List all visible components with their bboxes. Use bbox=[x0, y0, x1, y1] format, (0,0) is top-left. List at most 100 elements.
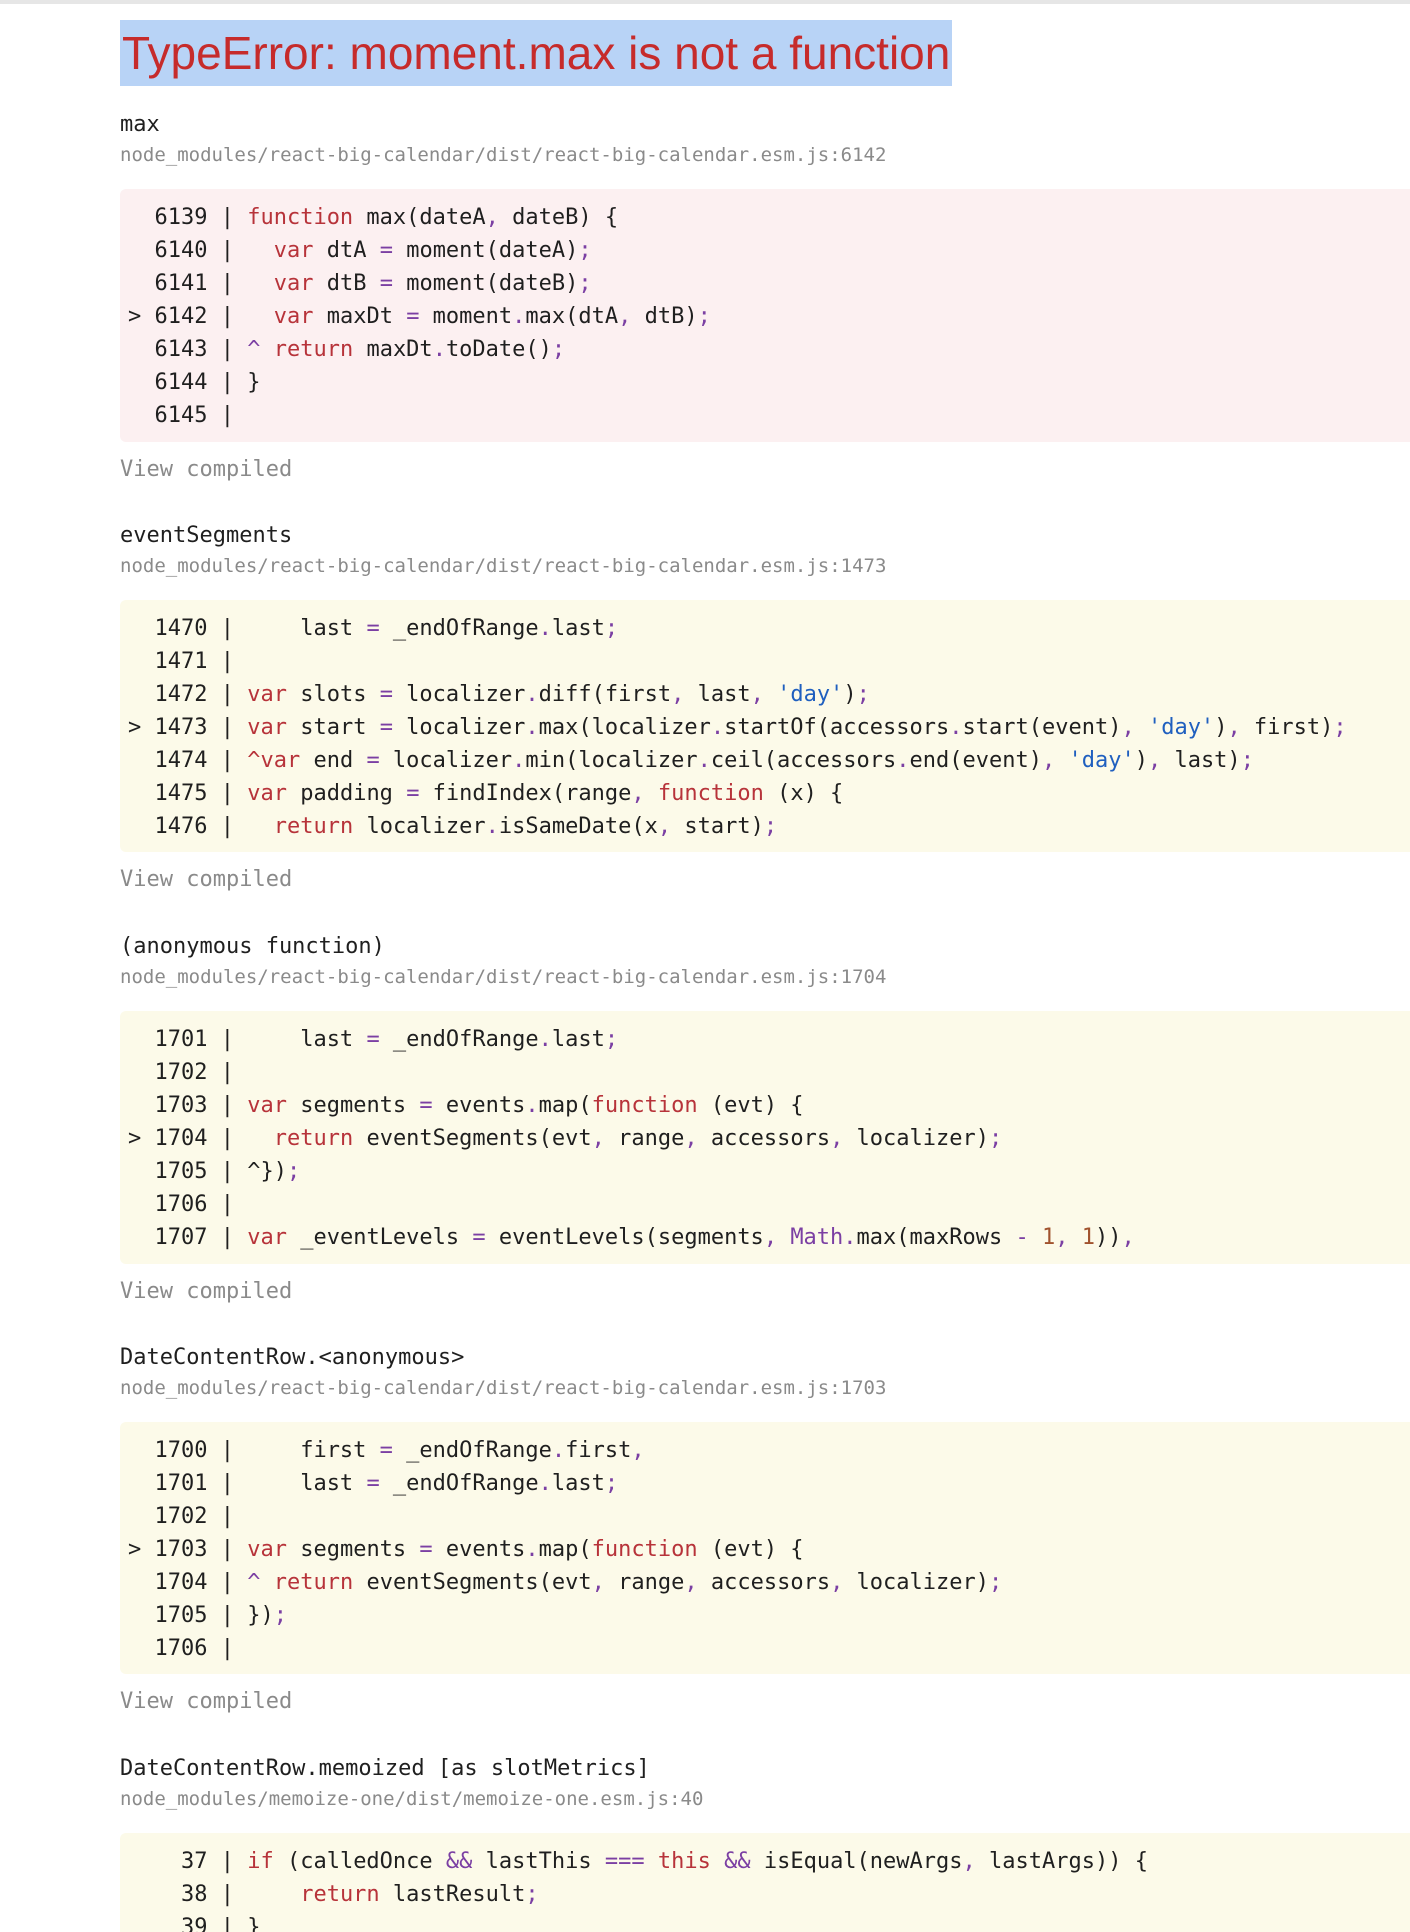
code-token: ^ bbox=[247, 337, 261, 362]
code-token: 1 bbox=[1042, 1225, 1056, 1250]
code-token: segments bbox=[286, 1093, 420, 1118]
code-token: padding bbox=[286, 781, 407, 806]
view-compiled-link[interactable]: View compiled bbox=[120, 1689, 292, 1714]
code-token: , bbox=[962, 1849, 976, 1874]
line-gutter: 1471 | bbox=[128, 649, 248, 674]
code-line: > 1704 | return eventSegments(evt, range… bbox=[120, 1122, 1410, 1155]
code-token: ceil(accessors bbox=[710, 748, 897, 773]
code-line: 37 | if (calledOnce && lastThis === this… bbox=[120, 1845, 1410, 1878]
code-line: 1471 | bbox=[120, 645, 1410, 678]
code-line: 1702 | bbox=[120, 1500, 1410, 1533]
code-token: start) bbox=[671, 814, 764, 839]
code-token: _endOfRange bbox=[379, 616, 539, 641]
line-gutter: 1706 | bbox=[128, 1192, 248, 1217]
view-compiled-link[interactable]: View compiled bbox=[120, 867, 292, 892]
code-token: )) bbox=[1095, 1225, 1122, 1250]
code-token: - bbox=[1015, 1225, 1029, 1250]
code-token: , bbox=[763, 1225, 778, 1250]
code-token: dateB) { bbox=[498, 205, 619, 230]
code-token: localizer bbox=[392, 715, 526, 740]
line-gutter: 1707 | bbox=[128, 1225, 248, 1250]
code-token: _endOfRange bbox=[392, 1438, 552, 1463]
code-snippet: 1701 | last = _endOfRange.last; 1702 | 1… bbox=[120, 1011, 1410, 1264]
code-token: last bbox=[684, 682, 751, 707]
code-token: ; bbox=[286, 1159, 301, 1184]
line-gutter: 37 | bbox=[128, 1849, 248, 1874]
code-token: map( bbox=[538, 1537, 592, 1562]
code-line: 1702 | bbox=[120, 1056, 1410, 1089]
frame-file-location: node_modules/memoize-one/dist/memoize-on… bbox=[120, 1788, 704, 1810]
code-token: function bbox=[247, 205, 354, 230]
code-token: toDate() bbox=[445, 337, 552, 362]
code-token: return bbox=[300, 1882, 380, 1907]
code-token: events bbox=[432, 1537, 526, 1562]
line-gutter: > 1704 | bbox=[128, 1126, 248, 1151]
code-token: ; bbox=[551, 337, 566, 362]
code-token: . bbox=[525, 715, 539, 740]
code-token: _endOfRange bbox=[379, 1471, 539, 1496]
code-token: = bbox=[366, 616, 380, 641]
code-line: 1705 | }); bbox=[120, 1599, 1410, 1632]
code-token: range bbox=[604, 1570, 685, 1595]
code-token: . bbox=[538, 1471, 552, 1496]
line-gutter: 1705 | bbox=[128, 1159, 248, 1184]
code-token: last bbox=[551, 1471, 605, 1496]
code-token: , bbox=[657, 814, 672, 839]
line-gutter: 6145 | bbox=[128, 403, 248, 428]
view-compiled-link[interactable]: View compiled bbox=[120, 1279, 292, 1304]
code-token: accessors bbox=[697, 1570, 831, 1595]
code-line: 1705 | ^}); bbox=[120, 1155, 1410, 1188]
line-gutter: 1470 | bbox=[128, 616, 248, 641]
code-line: 1700 | first = _endOfRange.first, bbox=[120, 1434, 1410, 1467]
code-line: 1706 | bbox=[120, 1632, 1410, 1665]
code-token: dtB) bbox=[631, 304, 698, 329]
code-token: . bbox=[697, 748, 711, 773]
code-token: end bbox=[300, 748, 367, 773]
code-line: 1472 | var slots = localizer.diff(first,… bbox=[120, 678, 1410, 711]
code-token: (calledOnce bbox=[273, 1849, 446, 1874]
line-gutter: 1700 | bbox=[128, 1438, 248, 1463]
code-token: findIndex(range bbox=[419, 781, 632, 806]
code-token: , bbox=[684, 1126, 698, 1151]
code-token: ; bbox=[856, 682, 870, 707]
code-token: . bbox=[512, 748, 526, 773]
line-gutter: 1705 | bbox=[128, 1603, 248, 1628]
line-gutter: 1701 | bbox=[128, 1027, 248, 1052]
line-gutter: 6143 | bbox=[128, 337, 248, 362]
code-snippet: 37 | if (calledOnce && lastThis === this… bbox=[120, 1833, 1410, 1932]
code-line: 6145 | bbox=[120, 399, 1410, 432]
code-token: max(maxRows bbox=[856, 1225, 1016, 1250]
code-line: 6141 | var dtB = moment(dateB); bbox=[120, 267, 1410, 300]
code-token: var bbox=[273, 238, 314, 263]
frame-file-location: node_modules/react-big-calendar/dist/rea… bbox=[120, 966, 887, 988]
code-snippet: 1700 | first = _endOfRange.first, 1701 |… bbox=[120, 1422, 1410, 1674]
view-compiled-link[interactable]: View compiled bbox=[120, 457, 292, 482]
code-token: dtA bbox=[313, 238, 380, 263]
code-token: lastArgs)) { bbox=[975, 1849, 1148, 1874]
code-token: last bbox=[551, 1027, 605, 1052]
top-border bbox=[0, 0, 1410, 4]
code-token: . bbox=[538, 616, 552, 641]
code-token: ) bbox=[1134, 748, 1148, 773]
code-line: 1475 | var padding = findIndex(range, fu… bbox=[120, 777, 1410, 810]
code-token: === bbox=[604, 1849, 645, 1874]
code-token: min(localizer bbox=[525, 748, 698, 773]
code-line: 1703 | var segments = events.map(functio… bbox=[120, 1089, 1410, 1122]
code-token: , bbox=[830, 1126, 844, 1151]
line-gutter: 39 | bbox=[128, 1915, 248, 1932]
code-token: ; bbox=[273, 1603, 287, 1628]
code-token: , bbox=[1227, 715, 1241, 740]
code-token: Math. bbox=[790, 1225, 857, 1250]
code-token: , bbox=[631, 1438, 645, 1463]
code-token: ; bbox=[578, 238, 592, 263]
code-line: 6139 | function max(dateA, dateB) { bbox=[120, 201, 1410, 234]
code-token: && bbox=[445, 1849, 473, 1874]
code-token: end(event) bbox=[909, 748, 1042, 773]
